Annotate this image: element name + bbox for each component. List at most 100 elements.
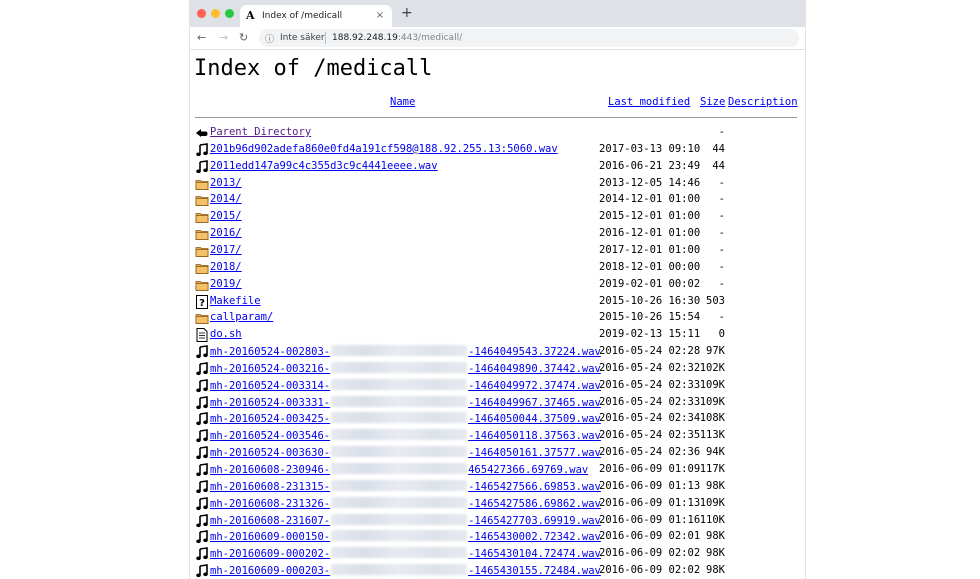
file-link[interactable]: mh-20160524-002803- -1464049543.37224.wav	[210, 345, 601, 358]
file-link[interactable]: do.sh	[210, 328, 242, 340]
file-link[interactable]: 2017/	[210, 244, 242, 256]
separator	[325, 32, 326, 44]
file-name-cell: 2019/	[210, 278, 242, 290]
text-file-icon	[195, 328, 209, 343]
tab-active[interactable]: A Index of /medicall ×	[240, 5, 392, 27]
file-name-cell: mh-20160608-231326- -1465427586.69862.wav	[210, 496, 601, 510]
back-arrow-icon[interactable]: ←	[197, 31, 206, 44]
size-cell: -	[718, 210, 725, 223]
file-link[interactable]: mh-20160524-003216- -1464049890.37442.wav	[210, 361, 601, 375]
redacted-text	[331, 446, 468, 458]
redacted-text	[331, 378, 468, 390]
file-link[interactable]: callparam/	[210, 311, 273, 323]
file-link[interactable]: 2011edd147a99c4c355d3c9c4441eeee.wav	[210, 160, 438, 172]
file-link[interactable]: mh-20160609-000203- -1465430155.72484.wav	[210, 564, 601, 577]
file-link[interactable]: mh-20160524-003546- -1464050118.37563.wav	[210, 429, 601, 442]
size-cell: 98K	[706, 479, 725, 492]
reload-icon[interactable]: ↻	[239, 31, 248, 44]
info-icon[interactable]: ⓘ	[265, 32, 274, 45]
file-link[interactable]: mh-20160524-003630- -1464050161.37577.wav	[210, 446, 601, 459]
file-link[interactable]: mh-20160608-231326- -1465427586.69862.wav	[210, 496, 601, 510]
sound-file-icon	[195, 547, 209, 561]
size-cell: -	[718, 176, 725, 189]
file-row: mh-20160608-231326- -1465427586.69862.wav…	[190, 496, 805, 513]
file-name-cell: mh-20160609-000202- -1465430104.72474.wav	[210, 547, 601, 560]
file-link[interactable]: mh-20160608-231315- -1465427566.69853.wav	[210, 479, 601, 493]
address-bar[interactable]: ⓘ Inte säker 188.92.248.19:443/medicall/	[259, 29, 799, 47]
size-cell: 113K	[699, 429, 725, 442]
sound-file-icon	[195, 378, 209, 393]
sort-by-date-link[interactable]: Last modified	[608, 96, 690, 108]
redacted-text	[331, 361, 468, 373]
sound-file-icon	[195, 496, 209, 511]
parent-directory-icon	[195, 126, 209, 140]
close-window-button[interactable]	[197, 9, 206, 18]
new-tab-button[interactable]: +	[401, 5, 413, 21]
redacted-text	[331, 395, 468, 407]
file-name-cell: mh-20160524-002803- -1464049543.37224.wav	[210, 345, 601, 358]
file-link[interactable]: mh-20160608-231607- -1465427703.69919.wav	[210, 513, 601, 527]
sort-by-description-link[interactable]: Description	[728, 96, 798, 108]
file-link[interactable]: mh-20160609-000150- -1465430002.72342.wav	[210, 530, 601, 543]
file-row: mh-20160609-000203- -1465430155.72484.wav…	[190, 563, 805, 579]
maximize-window-button[interactable]	[225, 9, 234, 18]
folder-icon	[195, 227, 209, 241]
file-link[interactable]: 2014/	[210, 193, 242, 205]
file-row: mh-20160524-003314- -1464049972.37474.wav…	[190, 378, 805, 395]
file-name-cell: mh-20160608-231607- -1465427703.69919.wav	[210, 513, 601, 527]
file-name-cell: Makefile	[210, 295, 261, 307]
sound-file-icon	[195, 564, 209, 578]
size-cell: -	[718, 243, 725, 256]
file-link[interactable]: Makefile	[210, 295, 261, 307]
folder-icon	[195, 193, 209, 207]
file-link[interactable]: mh-20160609-000202- -1465430104.72474.wav	[210, 547, 601, 560]
size-cell: 109K	[699, 378, 725, 391]
file-name-cell: Parent Directory	[210, 126, 311, 138]
header-divider	[195, 117, 797, 118]
file-link[interactable]: mh-20160524-003331- -1464049967.37465.wav	[210, 395, 601, 409]
sound-file-icon	[195, 479, 209, 494]
file-name-cell: 201b96d902adefa860e0fd4a191cf598@188.92.…	[210, 143, 558, 155]
size-cell: -	[718, 227, 725, 240]
column-header-last-modified: Last modified	[608, 96, 690, 108]
file-link[interactable]: 201b96d902adefa860e0fd4a191cf598@188.92.…	[210, 143, 558, 155]
size-cell: 503	[706, 294, 725, 307]
size-cell: 44	[712, 159, 725, 172]
file-link[interactable]: mh-20160608-230946- 465427366.69769.wav	[210, 463, 588, 476]
file-row: mh-20160524-003546- -1464050118.37563.wav…	[190, 428, 805, 445]
minimize-window-button[interactable]	[211, 9, 220, 18]
file-row: mh-20160524-003216- -1464049890.37442.wav…	[190, 361, 805, 378]
sound-file-icon	[195, 361, 209, 376]
file-link[interactable]: 2016/	[210, 227, 242, 239]
size-cell: 108K	[699, 412, 725, 425]
sort-by-size-link[interactable]: Size	[700, 96, 725, 108]
folder-icon	[195, 210, 209, 224]
sound-file-icon	[195, 412, 209, 426]
file-row: 2016/2016-12-01 01:00-	[190, 226, 805, 243]
file-link[interactable]: 2013/	[210, 177, 242, 189]
url-text[interactable]: 188.92.248.19:443/medicall/	[332, 33, 462, 43]
file-row: 201b96d902adefa860e0fd4a191cf598@188.92.…	[190, 142, 805, 159]
file-link[interactable]: mh-20160524-003314- -1464049972.37474.wav	[210, 378, 601, 392]
file-link[interactable]: 2018/	[210, 261, 242, 273]
redacted-text	[331, 513, 468, 525]
file-name-cell: mh-20160524-003425- -1464050044.37509.wav	[210, 412, 601, 425]
file-link[interactable]: mh-20160524-003425- -1464050044.37509.wav	[210, 412, 601, 425]
file-link[interactable]: 2019/	[210, 278, 242, 290]
parent-directory-link[interactable]: Parent Directory	[210, 126, 311, 138]
sort-by-name-link[interactable]: Name	[390, 96, 415, 108]
file-row: mh-20160608-230946- 465427366.69769.wav 20…	[190, 462, 805, 479]
sound-file-icon	[195, 513, 209, 528]
folder-icon	[195, 311, 209, 325]
folder-icon	[195, 278, 209, 292]
file-name-cell: 2016/	[210, 227, 242, 239]
file-link[interactable]: 2015/	[210, 210, 242, 222]
file-name-cell: callparam/	[210, 311, 273, 323]
file-row: mh-20160609-000202- -1465430104.72474.wav…	[190, 546, 805, 563]
forward-arrow-icon[interactable]: →	[219, 31, 228, 44]
page-content: Index of /medicall Name Last modified Si…	[190, 50, 805, 579]
close-tab-icon[interactable]: ×	[376, 10, 384, 21]
file-row: 2017/2017-12-01 01:00-	[190, 243, 805, 260]
size-cell: 109K	[699, 395, 725, 408]
size-cell: -	[718, 311, 725, 324]
